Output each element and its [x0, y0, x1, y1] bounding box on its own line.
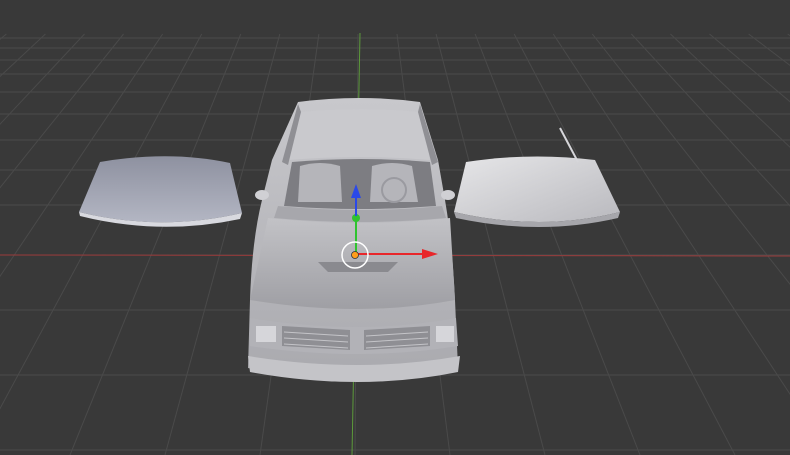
grid-line [0, 33, 164, 278]
3d-viewport[interactable] [0, 0, 790, 455]
grid-line [513, 33, 736, 455]
grid-line [552, 33, 790, 396]
origin-icon [351, 251, 359, 259]
grid-line [0, 33, 124, 189]
car-model-object[interactable] [248, 98, 460, 382]
grid-line [0, 33, 7, 40]
grid-line [631, 33, 790, 207]
grid-line [435, 33, 546, 455]
grid-line [0, 33, 85, 125]
grid-line [69, 33, 242, 455]
grid-line [0, 33, 46, 78]
right-windshield-object[interactable] [454, 127, 620, 227]
grid-line [0, 33, 203, 410]
grid-line [748, 33, 790, 66]
grid-line [670, 33, 790, 148]
grid-line [474, 33, 641, 455]
left-windshield-object[interactable] [79, 156, 242, 227]
grid-line [709, 33, 790, 103]
